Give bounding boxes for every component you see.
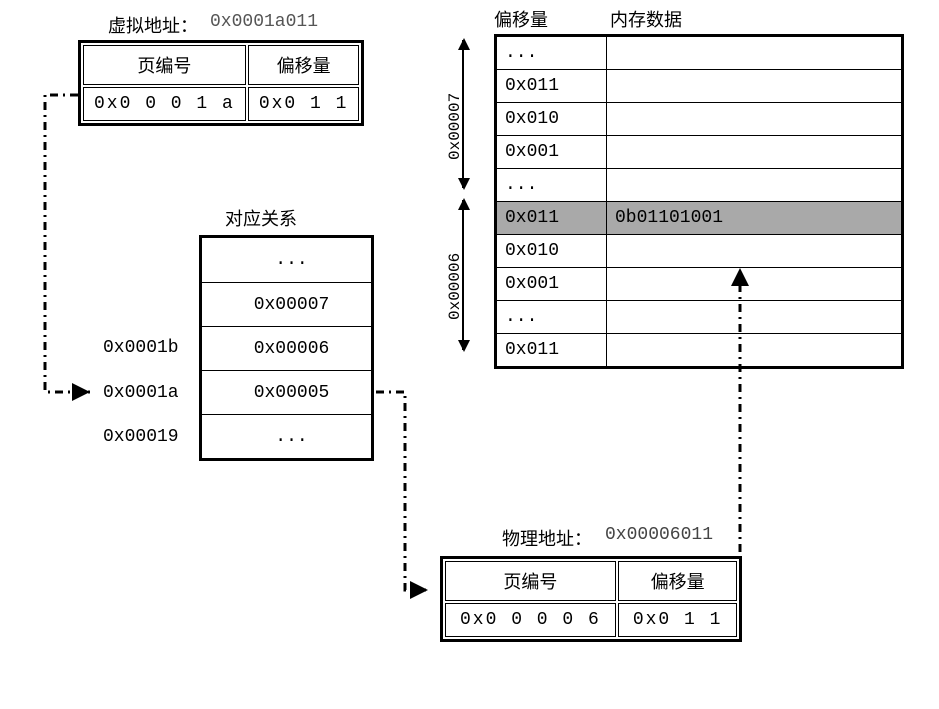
pa-page-no: 0x0 0 0 0 6 — [445, 603, 616, 637]
mem-data — [607, 103, 901, 135]
mem-data — [607, 235, 901, 267]
mem-data — [607, 268, 901, 300]
va-offset: 0x0 1 1 — [248, 87, 360, 121]
mem-data — [607, 70, 901, 102]
mem-off: ... — [497, 301, 607, 333]
mem-data — [607, 169, 901, 201]
mem-off: 0x001 — [497, 268, 607, 300]
pa-offset: 0x0 1 1 — [618, 603, 738, 637]
pt-row: ... — [202, 414, 371, 458]
mem-off: 0x011 — [497, 202, 607, 234]
mem-off: 0x011 — [497, 334, 607, 366]
mem-off: ... — [497, 37, 607, 69]
mem-data-highlight: 0b01101001 — [607, 202, 901, 234]
mem-data — [607, 301, 901, 333]
memory-table: ... 0x011 0x010 0x001 ... 0x0110b0110100… — [494, 34, 904, 369]
physical-address-table: 页编号 偏移量 0x0 0 0 0 6 0x0 1 1 — [440, 556, 742, 642]
va-page-no: 0x0 0 0 1 a — [83, 87, 246, 121]
va-col-offset: 偏移量 — [248, 45, 360, 85]
physical-address-value: 0x00006011 — [605, 525, 713, 545]
page-table-label: 对应关系 — [225, 205, 297, 231]
pt-row: 0x00007 — [202, 282, 371, 326]
physical-address-label: 物理地址： — [502, 525, 592, 551]
memory-header-offset: 偏移量 — [494, 6, 548, 32]
mem-off: 0x010 — [497, 235, 607, 267]
mem-data — [607, 37, 901, 69]
pa-col-page: 页编号 — [445, 561, 616, 601]
pt-index: 0x0001a — [103, 383, 179, 403]
pt-row: 0x00005 — [202, 370, 371, 414]
mem-off: 0x011 — [497, 70, 607, 102]
virtual-address-value: 0x0001a011 — [210, 12, 318, 32]
mem-off: 0x001 — [497, 136, 607, 168]
page-table: ... 0x00007 0x00006 0x00005 ... — [199, 235, 374, 461]
pt-index: 0x0001b — [103, 338, 179, 358]
mem-off: ... — [497, 169, 607, 201]
memory-header-data: 内存数据 — [610, 6, 682, 32]
pt-row: 0x00006 — [202, 326, 371, 370]
pt-row: ... — [202, 238, 371, 282]
mem-off: 0x010 — [497, 103, 607, 135]
mem-data — [607, 136, 901, 168]
pt-index: 0x00019 — [103, 427, 179, 447]
mem-data — [607, 334, 901, 366]
va-col-page: 页编号 — [83, 45, 246, 85]
bracket-2 — [462, 200, 492, 350]
pa-col-offset: 偏移量 — [618, 561, 738, 601]
bracket-1 — [462, 40, 492, 188]
virtual-address-label: 虚拟地址： — [108, 12, 198, 38]
virtual-address-table: 页编号 偏移量 0x0 0 0 1 a 0x0 1 1 — [78, 40, 364, 126]
